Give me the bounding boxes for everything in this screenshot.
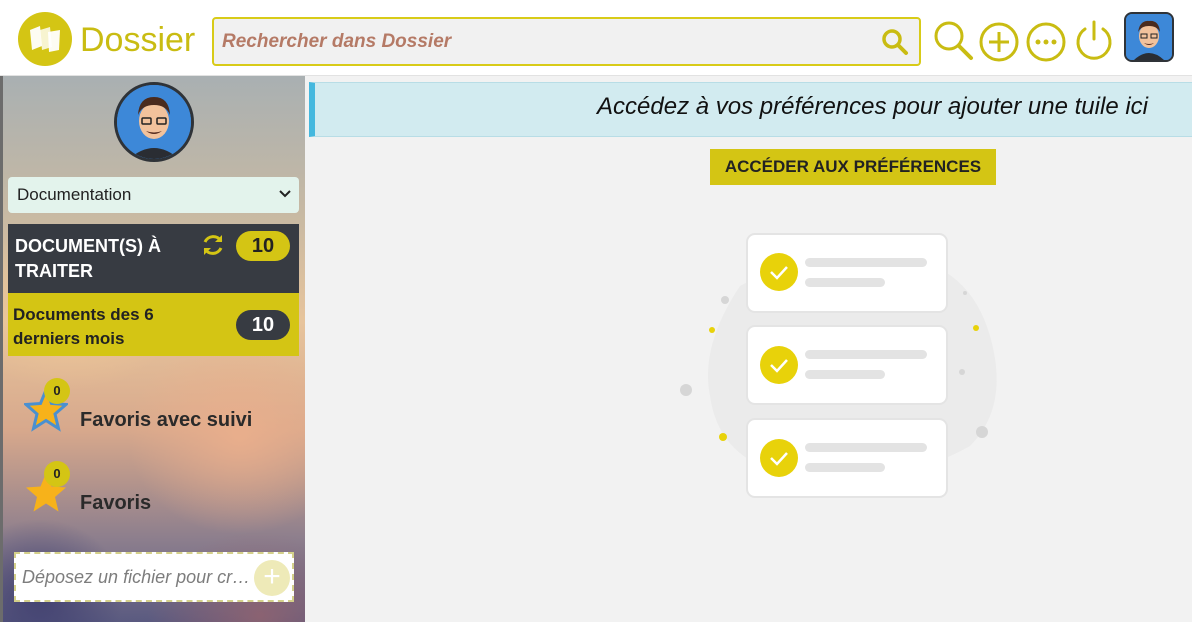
folders-logo-icon — [30, 26, 60, 52]
file-dropzone[interactable]: + — [14, 552, 294, 602]
dossier-select[interactable]: Documentation — [8, 177, 299, 213]
search-box[interactable] — [212, 17, 921, 66]
documents-to-process-tile[interactable]: DOCUMENT(S) À TRAITER 10 — [8, 224, 299, 293]
advanced-search-icon[interactable] — [932, 19, 974, 61]
more-icon[interactable] — [1025, 21, 1067, 63]
plus-icon[interactable]: + — [254, 560, 290, 596]
favorites[interactable]: 0 Favoris — [24, 461, 304, 531]
info-banner: Accédez à vos préférences pour ajouter u… — [309, 82, 1192, 137]
recent-documents-count: 10 — [236, 310, 290, 340]
refresh-icon[interactable] — [200, 232, 226, 258]
search-icon[interactable] — [881, 28, 909, 56]
dossier-select-value: Documentation — [17, 185, 132, 204]
brand-name: Dossier — [80, 21, 196, 59]
documents-to-process-count: 10 — [236, 231, 290, 261]
favorites-label: Favoris — [80, 492, 152, 514]
favorites-with-tracking-count: 0 — [44, 378, 70, 404]
add-icon[interactable] — [978, 21, 1020, 63]
favorites-with-tracking-label: Favoris avec suivi — [80, 409, 253, 431]
checklist-card — [746, 325, 948, 405]
profile-avatar-icon — [117, 85, 191, 159]
recent-documents-tile[interactable]: Documents des 6 derniers mois 10 — [8, 293, 299, 356]
header: Dossier — [0, 0, 1192, 76]
search-input[interactable] — [222, 19, 862, 64]
sidebar: Documentation DOCUMENT(S) À TRAITER 10 D… — [0, 76, 305, 622]
favorites-with-tracking[interactable]: 0 Favoris avec suivi — [24, 378, 304, 448]
checklist-illustration — [680, 233, 997, 498]
recent-documents-title: Documents des 6 derniers mois — [13, 305, 154, 348]
profile-avatar[interactable] — [114, 82, 194, 162]
chevron-down-icon — [279, 190, 291, 198]
dropzone-input[interactable] — [22, 554, 260, 600]
power-icon[interactable] — [1073, 19, 1115, 63]
user-avatar[interactable] — [1124, 12, 1174, 62]
checklist-card — [746, 418, 948, 498]
banner-text: Accédez à vos préférences pour ajouter u… — [597, 93, 1148, 120]
favorites-count: 0 — [44, 461, 70, 487]
checklist-card — [746, 233, 948, 313]
preferences-button[interactable]: ACCÉDER AUX PRÉFÉRENCES — [710, 149, 996, 185]
user-avatar-icon — [1126, 14, 1172, 60]
logo[interactable] — [18, 12, 72, 66]
documents-to-process-title: DOCUMENT(S) À TRAITER — [15, 236, 161, 281]
